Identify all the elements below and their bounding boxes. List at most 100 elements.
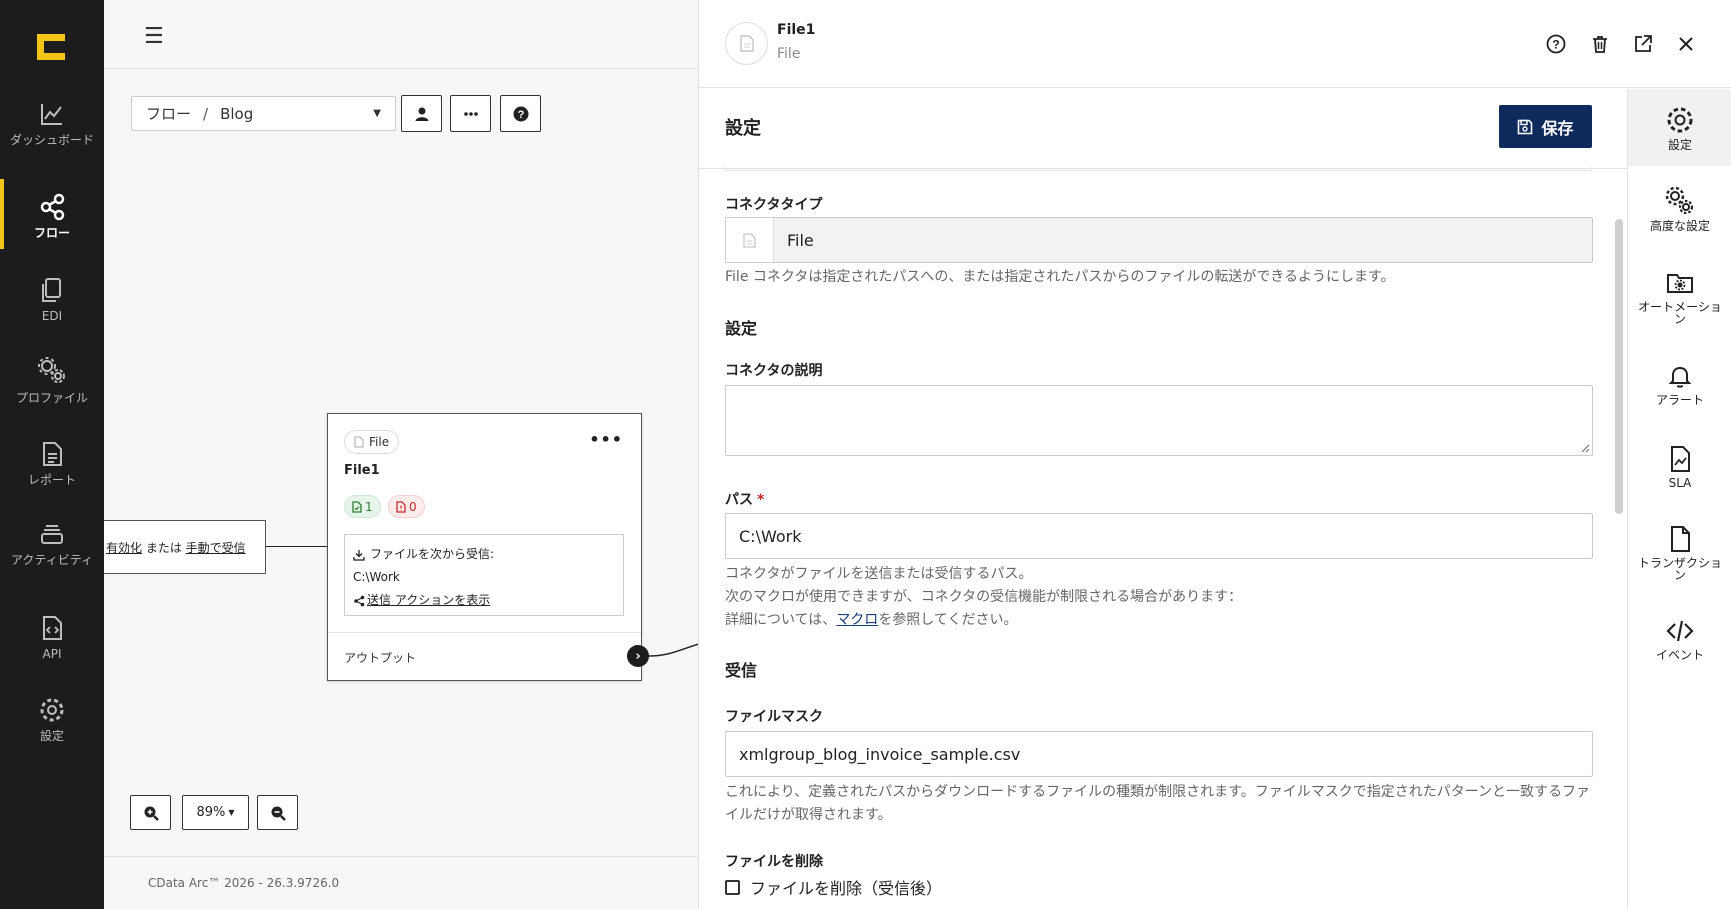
connector-type-prefix: [726, 218, 774, 262]
zoom-level-select[interactable]: 89% ▼: [182, 795, 249, 830]
ellipsis-icon: [463, 111, 478, 116]
tab-events[interactable]: イベント: [1628, 617, 1731, 661]
nav-activity[interactable]: アクティビティ: [0, 520, 104, 566]
delete-file-checkbox[interactable]: [725, 879, 740, 895]
zoom-out-button[interactable]: [257, 795, 298, 830]
nav-api[interactable]: API: [0, 614, 104, 660]
output-label: アウトプット: [344, 651, 417, 665]
external-link-icon[interactable]: [1632, 33, 1654, 55]
success-count-badge[interactable]: 1: [344, 495, 381, 518]
tab-advanced-settings[interactable]: 高度な設定: [1628, 186, 1731, 232]
filemask-help: これにより、定義されたパスからダウンロードするファイルの種類が制限されます。ファ…: [725, 784, 1591, 823]
nav-flow[interactable]: フロー: [0, 179, 104, 249]
close-icon[interactable]: [1675, 33, 1697, 55]
nav-label: フロー: [33, 226, 70, 240]
help-icon[interactable]: ?: [1545, 33, 1567, 55]
description-textarea[interactable]: [725, 385, 1593, 456]
menu-icon[interactable]: ☰: [144, 24, 164, 49]
divider: [104, 856, 698, 857]
nav-edi[interactable]: EDI: [0, 276, 104, 322]
question-circle-icon: ?: [513, 106, 528, 121]
help-button[interactable]: ?: [500, 95, 541, 132]
badge-count: 1: [365, 499, 373, 514]
tab-label: アラート: [1655, 393, 1704, 407]
panel-header: File1 File ?: [699, 0, 1731, 88]
divider: [328, 632, 641, 633]
connector-type-field: File: [725, 217, 1593, 263]
gears-icon: [38, 357, 65, 383]
tab-settings[interactable]: 設定: [1628, 89, 1731, 166]
tab-label: イベント: [1655, 648, 1704, 662]
node-title: File1: [344, 463, 380, 478]
flow-canvas[interactable]: ☰ フロー / Blog ▼ ? 有効化 または 手動で受信 File ••• …: [104, 0, 699, 909]
connector-name: File1: [777, 22, 816, 38]
filemask-value: xmlgroup_blog_invoice_sample.csv: [739, 744, 1021, 764]
nav-label: EDI: [41, 309, 63, 323]
enable-link[interactable]: 有効化: [106, 539, 142, 556]
breadcrumb-separator: /: [203, 104, 209, 123]
nav-report[interactable]: レポート: [0, 440, 104, 486]
breadcrumb-root[interactable]: フロー: [146, 103, 191, 124]
path-help: コネクタがファイルを送信または受信するパス。 次のマクロが使用できますが、コネク…: [725, 563, 1595, 632]
file-icon: [354, 436, 364, 448]
delete-file-checkbox-row[interactable]: ファイルを削除（受信後）: [725, 875, 942, 899]
folder-gear-icon: [1667, 274, 1693, 293]
receive-heading: 受信: [725, 661, 758, 680]
bell-icon: [1668, 366, 1692, 388]
gear-icon: [1667, 107, 1693, 133]
resize-handle-icon[interactable]: [1581, 444, 1590, 453]
receive-label: ファイルを次から受信:: [370, 547, 495, 561]
stub-text: または: [142, 540, 186, 555]
description-label: コネクタの説明: [725, 363, 823, 379]
manual-receive-link[interactable]: 手動で受信: [186, 539, 246, 556]
path-label: パス *: [725, 489, 764, 509]
chart-line-icon: [41, 104, 62, 125]
connector-type-value: File: [787, 230, 814, 250]
path-input[interactable]: C:\Work: [725, 513, 1593, 559]
node-menu-icon[interactable]: •••: [589, 430, 623, 449]
gear-icon: [40, 698, 64, 722]
nav-profile[interactable]: プロファイル: [0, 356, 104, 404]
output-port-handle[interactable]: ›: [627, 645, 649, 667]
file-check-icon: [352, 500, 362, 513]
show-send-action-link[interactable]: 送信 アクションを表示: [367, 589, 490, 612]
nav-label: プロファイル: [15, 391, 88, 405]
trash-icon[interactable]: [1589, 33, 1611, 55]
zoom-level-value: 89%: [196, 805, 226, 820]
file-icon: [1671, 526, 1690, 552]
nav-label: レポート: [27, 473, 76, 487]
macro-link[interactable]: マクロ: [836, 612, 878, 628]
tab-transactions[interactable]: トランザクション: [1628, 525, 1731, 581]
nav-dashboard[interactable]: ダッシュボード: [0, 100, 104, 146]
nav-label: API: [42, 647, 62, 661]
cdata-logo[interactable]: [34, 31, 68, 63]
filemask-input[interactable]: xmlgroup_blog_invoice_sample.csv: [725, 731, 1593, 777]
save-label: 保存: [1541, 118, 1574, 138]
scrollbar[interactable]: [1615, 219, 1623, 514]
save-button[interactable]: 保存: [1499, 105, 1592, 148]
breadcrumb[interactable]: フロー / Blog ▼: [131, 96, 396, 131]
chevron-down-icon[interactable]: ▼: [373, 108, 381, 119]
tab-label: SLA: [1668, 476, 1692, 490]
layers-icon: [41, 525, 63, 544]
user-button[interactable]: [401, 95, 442, 132]
nav-label: 設定: [39, 729, 64, 743]
error-count-badge[interactable]: 0: [388, 495, 425, 518]
tab-label: 高度な設定: [1649, 219, 1710, 233]
code-icon: [1666, 620, 1694, 642]
connector-type: File: [777, 46, 801, 62]
svg-text:?: ?: [517, 109, 524, 121]
nav-settings[interactable]: 設定: [0, 696, 104, 742]
connector-node-file1[interactable]: File ••• File1 1 0 ファイルを次から受信: C:\Work 送…: [327, 413, 642, 681]
tab-automation[interactable]: オートメーション: [1628, 269, 1731, 325]
delete-file-label: ファイルを削除: [725, 854, 823, 870]
zoom-in-button[interactable]: [130, 795, 171, 830]
upstream-connector-stub[interactable]: 有効化 または 手動で受信: [104, 520, 266, 574]
more-options-button[interactable]: [450, 95, 491, 132]
side-tabs: 設定 高度な設定 オートメーション アラート SLA トランザクション イベント: [1627, 89, 1731, 909]
path-label-text: パス: [725, 492, 753, 508]
tab-alerts[interactable]: アラート: [1628, 362, 1731, 406]
chip-label: File: [369, 435, 390, 449]
tab-sla[interactable]: SLA: [1628, 445, 1731, 489]
section-title: 設定: [725, 118, 761, 139]
